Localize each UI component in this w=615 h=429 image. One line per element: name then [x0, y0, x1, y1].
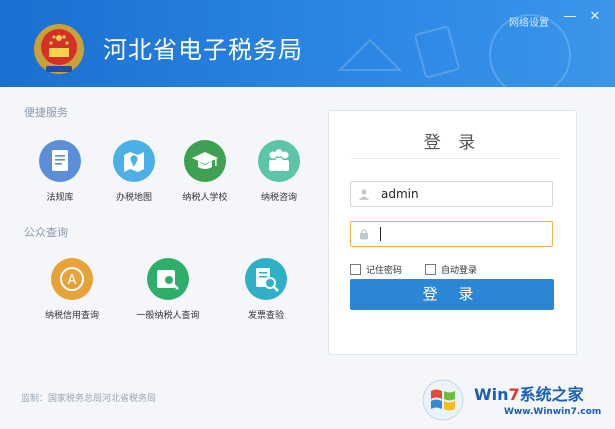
service-label: 办税地图 [115, 193, 152, 203]
map-icon [113, 140, 155, 182]
service-credit-query[interactable]: A 纳税信用查询 [32, 258, 112, 321]
service-general-taxpayer-query[interactable]: 一般纳税人查询 [128, 258, 208, 321]
checkbox-label: 自动登录 [441, 266, 478, 276]
service-label: 发票查验 [247, 311, 284, 321]
supervisor-note: 监制：国家税务总局河北省税务局 [21, 394, 157, 404]
service-invoice-check[interactable]: 发票查验 [226, 258, 306, 321]
service-label: 一般纳税人查询 [136, 311, 200, 321]
remember-password-checkbox[interactable]: 记住密码 [350, 263, 402, 276]
login-panel: 登 录 记住密码 自动登录 登 录 [328, 110, 577, 355]
app-title: 河北省电子税务局 [103, 36, 303, 64]
taxpayer-search-icon [147, 258, 189, 300]
public-query-section-title: 公众查询 [24, 226, 68, 239]
service-label: 纳税咨询 [260, 193, 297, 203]
checkbox-box[interactable] [350, 264, 361, 275]
password-field[interactable] [350, 221, 553, 247]
service-regulations[interactable]: 法规库 [20, 140, 100, 203]
username-input[interactable] [381, 185, 546, 203]
tax-emblem-icon [34, 24, 84, 74]
graduation-cap-icon [184, 140, 226, 182]
service-taxpayer-school[interactable]: 纳税人学校 [165, 140, 245, 203]
watermark: Win7系统之家 Www.Winwin7.com [418, 375, 615, 429]
convenience-section-title: 便捷服务 [24, 106, 68, 119]
credit-badge-icon: A [51, 258, 93, 300]
app-window: 河北省电子税务局 网络设置 — ✕ 便捷服务 法规库 办税地图 纳税人学校 纳税… [0, 0, 615, 429]
network-settings-link[interactable]: 网络设置 [509, 14, 549, 29]
watermark-url: Www.Winwin7.com [504, 407, 602, 417]
text-cursor [380, 227, 381, 241]
password-input[interactable] [381, 225, 546, 243]
invoice-search-icon [245, 258, 287, 300]
minimize-button[interactable]: — [561, 8, 579, 26]
user-icon [359, 189, 369, 200]
service-label: 法规库 [46, 193, 74, 203]
service-label: 纳税人学校 [182, 193, 228, 203]
watermark-title-seven: 7 [508, 385, 520, 404]
auto-login-checkbox[interactable]: 自动登录 [425, 263, 477, 276]
checkbox-label: 记住密码 [366, 266, 403, 276]
login-divider [351, 158, 559, 159]
people-icon [258, 140, 300, 182]
windows-logo-icon [422, 379, 464, 421]
svg-text:A: A [68, 273, 77, 288]
watermark-title-suffix: 系统之家 [519, 385, 584, 404]
service-label: 纳税信用查询 [44, 311, 99, 321]
service-tax-map[interactable]: 办税地图 [94, 140, 174, 203]
lock-icon [360, 229, 368, 240]
book-icon [39, 140, 81, 182]
service-tax-consult[interactable]: 纳税咨询 [239, 140, 319, 203]
checkbox-box[interactable] [425, 264, 436, 275]
login-title: 登 录 [423, 133, 482, 153]
watermark-title: Win7系统之家 [474, 381, 584, 405]
header-bar: 河北省电子税务局 网络设置 — ✕ [0, 0, 615, 87]
username-field[interactable] [350, 181, 553, 207]
close-button[interactable]: ✕ [586, 8, 604, 26]
login-button[interactable]: 登 录 [350, 279, 554, 310]
watermark-title-prefix: Win [474, 385, 509, 404]
